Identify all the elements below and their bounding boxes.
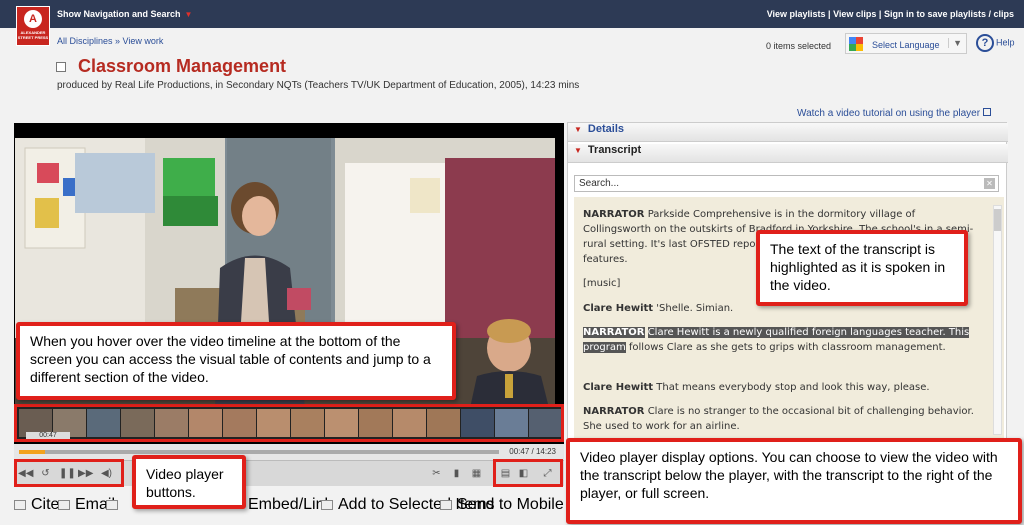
send-to-mobile-button[interactable]: Send to Mobile — [440, 496, 564, 514]
email-icon — [58, 499, 70, 510]
tutorial-link-label: Watch a video tutorial on using the play… — [797, 108, 981, 119]
clip-scissors-icon[interactable]: ✂ — [429, 466, 444, 481]
progress-bar[interactable]: 00:47 / 14:23 — [14, 444, 564, 460]
details-header[interactable]: ▼ Details — [568, 123, 1008, 142]
transcript-scrollbar[interactable] — [993, 205, 1002, 435]
line-text: 'Shelle. Simian. — [656, 303, 734, 314]
breadcrumb[interactable]: All Disciplines » View work — [57, 36, 163, 46]
transcript-line-current[interactable]: NARRATOR Clare Hewitt is a newly qualifi… — [583, 325, 983, 355]
transcript-line[interactable]: NARRATOR Clare is no stranger to the occ… — [583, 404, 983, 434]
google-icon — [849, 37, 863, 51]
bookmark-icon[interactable]: ▮ — [449, 466, 464, 481]
help-icon: ? — [976, 34, 994, 52]
cite-icon — [14, 499, 26, 510]
select-work-checkbox[interactable] — [56, 62, 66, 72]
speaker-name: Clare Hewitt — [583, 382, 654, 393]
display-options-highlight-frame — [493, 459, 563, 487]
send-mobile-label: Send to Mobile — [457, 496, 564, 513]
language-selector[interactable]: Select Language ▼ — [845, 33, 967, 54]
help-link[interactable]: ? Help — [976, 34, 1015, 52]
line-text: follows Clare as she gets to grips with … — [628, 342, 946, 353]
timeline-highlight-frame — [14, 404, 564, 442]
line-text: [music] — [583, 278, 621, 289]
share-icon — [106, 499, 118, 510]
work-subtitle: produced by Real Life Productions, in Se… — [57, 80, 580, 91]
speaker-name: NARRATOR — [583, 327, 645, 338]
items-selected-count: 0 items selected — [766, 41, 832, 51]
dropdown-arrow-icon: ▼ — [948, 38, 962, 48]
details-label: Details — [587, 123, 624, 135]
line-text: That means everybody stop and look this … — [656, 382, 930, 393]
top-right-links[interactable]: View playlists | View clips | Sign in to… — [767, 9, 1014, 19]
nav-toggle-label: Show Navigation and Search — [57, 9, 181, 19]
buttons-highlight-frame — [14, 459, 124, 487]
mobile-icon — [440, 499, 452, 510]
speaker-name: Clare Hewitt — [583, 303, 654, 314]
clear-search-icon[interactable]: ✕ — [984, 178, 995, 189]
top-navigation-bar: Show Navigation and Search ▼ View playlis… — [0, 0, 1024, 28]
cite-button[interactable]: Cite — [14, 496, 59, 514]
external-link-icon — [983, 108, 992, 116]
search-placeholder: Search... — [579, 178, 620, 189]
transcript-search-input[interactable]: Search... ✕ — [574, 175, 999, 192]
scrollbar-thumb[interactable] — [994, 209, 1001, 231]
transcript-label: Transcript — [587, 144, 642, 156]
speaker-name: NARRATOR — [583, 406, 645, 417]
grid-icon[interactable]: ▦ — [469, 466, 484, 481]
callout-transcript: The text of the transcript is highlighte… — [756, 230, 968, 306]
embed-label: Embed/Link — [248, 496, 333, 513]
caret-down-icon: ▼ — [184, 10, 193, 19]
transcript-line[interactable]: Clare Hewitt That means everybody stop a… — [583, 380, 983, 395]
expand-triangle-icon: ▼ — [574, 125, 582, 134]
video-tutorial-link[interactable]: Watch a video tutorial on using the play… — [797, 108, 992, 119]
callout-timeline: When you hover over the video timeline a… — [16, 322, 456, 400]
embed-link-button[interactable]: Embed/Link — [248, 496, 333, 514]
logo-mark-icon: A — [24, 10, 42, 28]
transcript-header[interactable]: ▼ Transcript — [568, 144, 1008, 163]
expand-triangle-icon: ▼ — [574, 146, 582, 155]
show-navigation-toggle[interactable]: Show Navigation and Search ▼ — [57, 9, 192, 19]
progress-fill — [19, 450, 46, 454]
help-label: Help — [996, 37, 1015, 48]
progress-track[interactable] — [19, 450, 499, 454]
share-button[interactable] — [106, 496, 123, 514]
logo-text: ALEXANDER STREET PRESS — [17, 30, 49, 40]
callout-display-options: Video player display options. You can ch… — [566, 438, 1022, 524]
speaker-name: NARRATOR — [583, 209, 645, 220]
language-label: Select Language — [872, 40, 940, 50]
page-title: Classroom Management — [78, 56, 287, 76]
publisher-logo[interactable]: A ALEXANDER STREET PRESS — [16, 6, 50, 46]
cite-label: Cite — [31, 496, 60, 513]
add-icon — [321, 499, 333, 510]
callout-player-buttons: Video player buttons. — [132, 455, 246, 509]
time-display: 00:47 / 14:23 — [509, 447, 556, 456]
